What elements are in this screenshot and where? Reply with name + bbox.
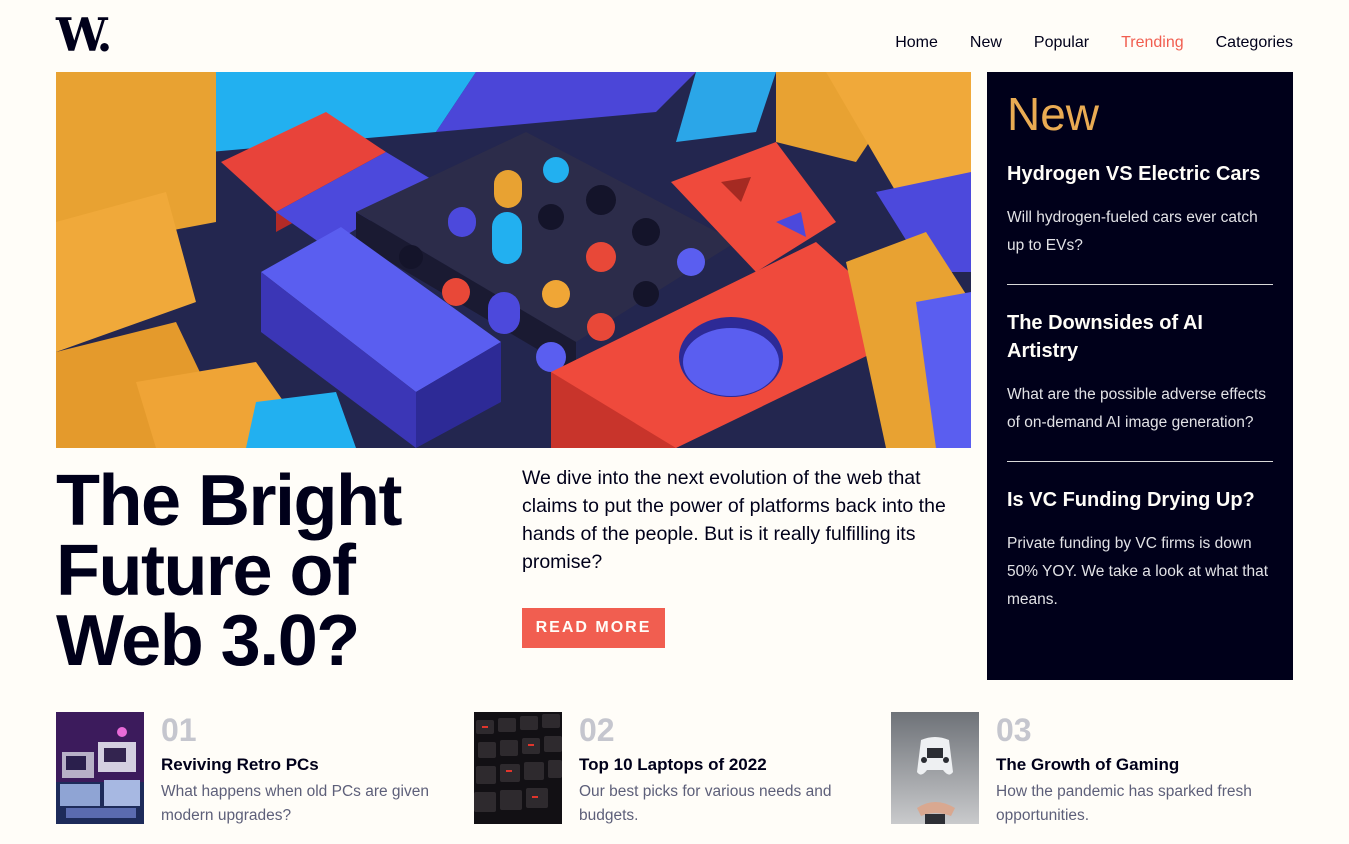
new-article-desc: What are the possible adverse effects of… xyxy=(1007,386,1267,431)
ranked-article-desc: Our best picks for various needs and bud… xyxy=(579,783,832,824)
ranked-article-desc: How the pandemic has sparked fresh oppor… xyxy=(996,783,1252,824)
hero-headline-line: Future of xyxy=(56,531,356,611)
nav-trending[interactable]: Trending xyxy=(1121,34,1184,52)
hero-headline[interactable]: The Bright Future of Web 3.0? xyxy=(56,465,496,677)
hero-headline-line: The Bright xyxy=(56,461,402,541)
hero-description: We dive into the next evolution of the w… xyxy=(522,467,946,573)
new-article-item: The Downsides of AI Artistry What are th… xyxy=(1007,309,1273,462)
nav-categories[interactable]: Categories xyxy=(1216,34,1293,52)
new-articles-panel: New Hydrogen VS Electric Cars Will hydro… xyxy=(987,72,1293,680)
hero-headline-line: Web 3.0? xyxy=(56,601,360,681)
ranked-article-title[interactable]: Reviving Retro PCs xyxy=(161,754,461,776)
retro-pcs-thumbnail[interactable] xyxy=(56,712,144,824)
ranked-article-title[interactable]: The Growth of Gaming xyxy=(996,754,1296,776)
ranked-article-title[interactable]: Top 10 Laptops of 2022 xyxy=(579,754,879,776)
read-more-button[interactable]: READ MORE xyxy=(522,608,665,648)
new-article-item: Hydrogen VS Electric Cars Will hydrogen-… xyxy=(1007,160,1273,285)
new-article-item: Is VC Funding Drying Up? Private funding… xyxy=(1007,486,1273,638)
rank-number: 02 xyxy=(579,712,615,748)
main-nav: Home New Popular Trending Categories xyxy=(895,34,1293,52)
new-article-desc: Will hydrogen-fueled cars ever catch up … xyxy=(1007,209,1258,254)
new-article-title[interactable]: Hydrogen VS Electric Cars xyxy=(1007,160,1273,188)
ranked-article-desc: What happens when old PCs are given mode… xyxy=(161,783,429,824)
new-panel-heading: New xyxy=(1007,88,1100,140)
nav-home[interactable]: Home xyxy=(895,34,938,52)
rank-number: 03 xyxy=(996,712,1032,748)
new-article-title[interactable]: Is VC Funding Drying Up? xyxy=(1007,486,1273,514)
nav-new[interactable]: New xyxy=(970,34,1002,52)
ranked-article-item[interactable]: 02 Top 10 Laptops of 2022 Our best picks… xyxy=(474,712,879,828)
ranked-article-item[interactable]: 01 Reviving Retro PCs What happens when … xyxy=(56,712,461,828)
nav-popular[interactable]: Popular xyxy=(1034,34,1089,52)
ranked-article-item[interactable]: 03 The Growth of Gaming How the pandemic… xyxy=(891,712,1296,828)
rank-number: 01 xyxy=(161,712,197,748)
new-article-title[interactable]: The Downsides of AI Artistry xyxy=(1007,309,1273,365)
laptops-thumbnail[interactable] xyxy=(474,712,562,824)
gaming-thumbnail[interactable] xyxy=(891,712,979,824)
hero-image xyxy=(56,72,971,448)
site-logo[interactable]: W. xyxy=(56,12,112,58)
new-article-desc: Private funding by VC firms is down 50% … xyxy=(1007,535,1269,608)
